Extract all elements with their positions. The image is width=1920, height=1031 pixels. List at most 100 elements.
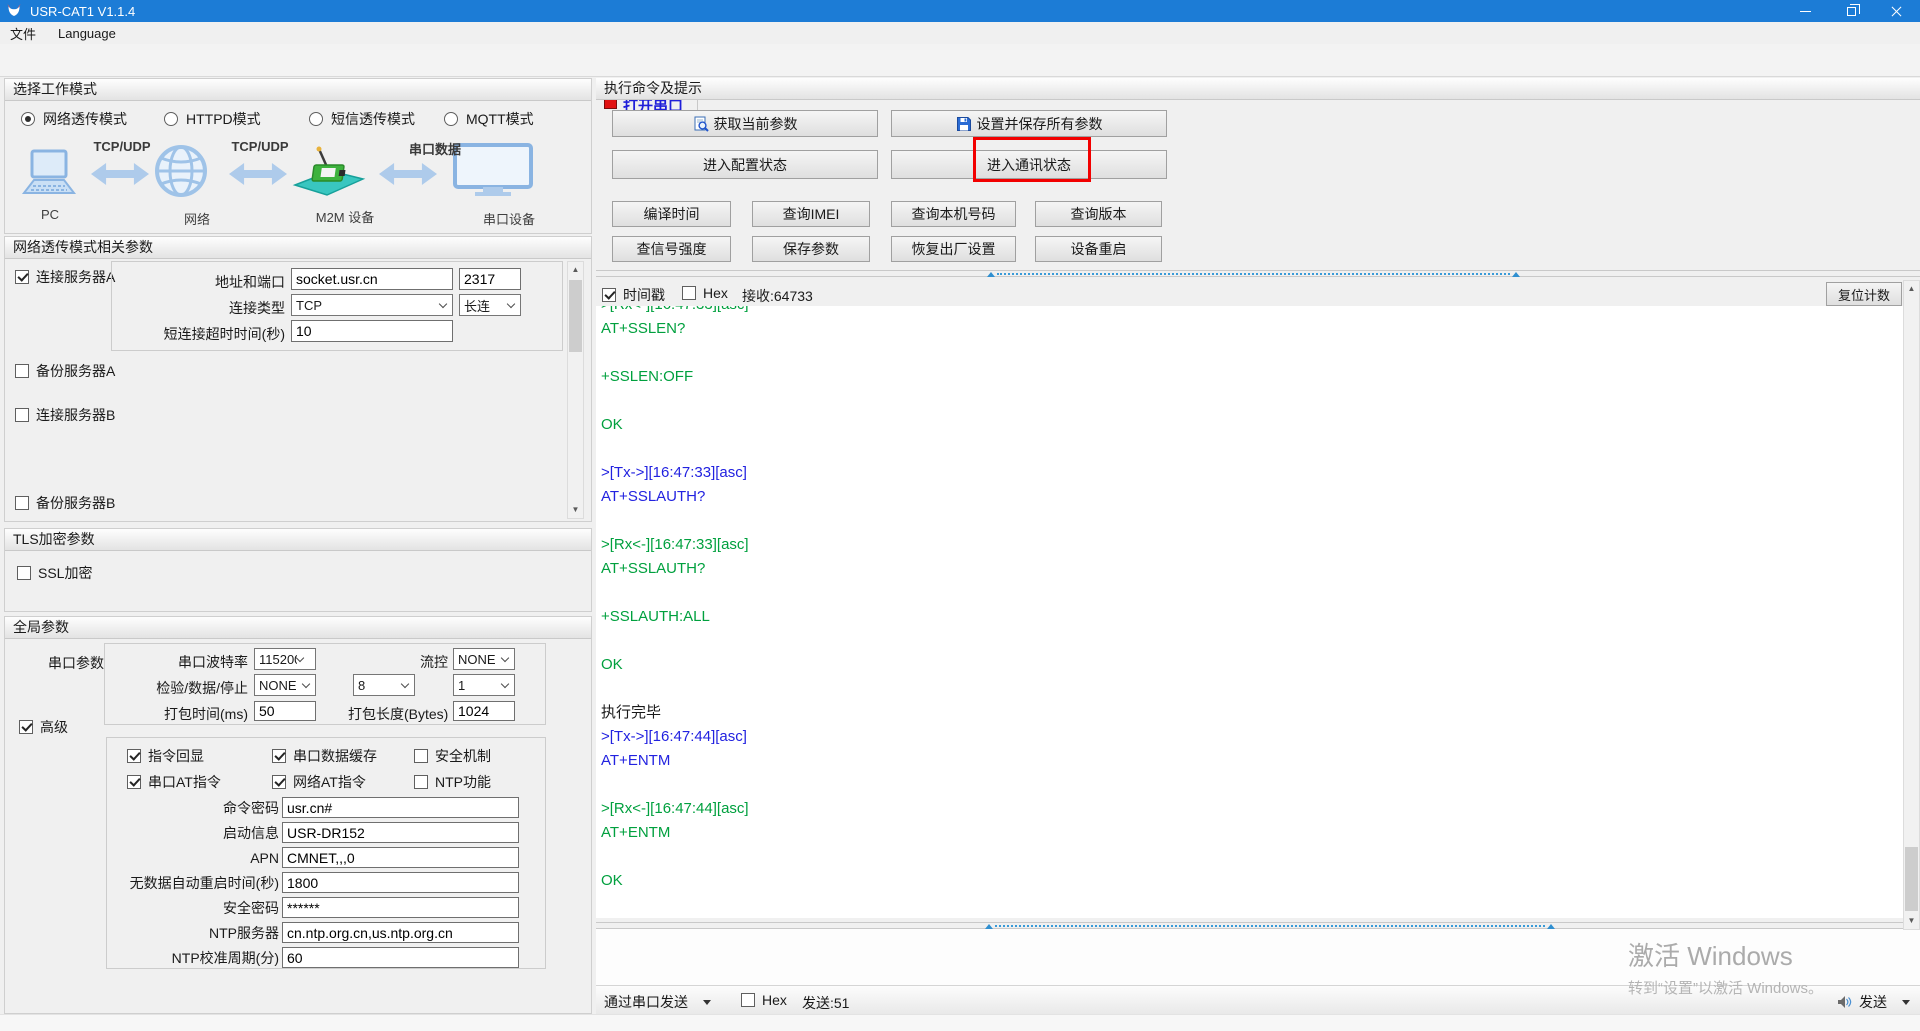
splitter-bottom[interactable]	[596, 922, 1920, 929]
chevron-down-icon	[500, 679, 510, 688]
command-button[interactable]: 编译时间	[612, 201, 731, 227]
option-label: NTP功能	[435, 774, 491, 790]
option-checkbox[interactable]: 网络AT指令	[272, 772, 366, 792]
param-input[interactable]	[282, 922, 519, 943]
menu-item[interactable]: Language	[58, 26, 116, 41]
windows-watermark: 激活 Windows 转到“设置”以激活 Windows。	[1628, 936, 1823, 998]
scroll-down-icon[interactable]: ▼	[568, 502, 583, 518]
get-params-button[interactable]: 获取当前参数	[612, 110, 878, 137]
option-checkbox[interactable]: 指令回显	[127, 746, 204, 766]
param-label: 安全密码	[223, 899, 279, 916]
param-label: NTP校准周期(分)	[171, 949, 279, 966]
scroll-up-icon[interactable]: ▲	[568, 262, 583, 278]
ssl-checkbox[interactable]: SSL加密	[17, 563, 92, 583]
command-button[interactable]: 查信号强度	[612, 236, 731, 262]
minimize-button[interactable]	[1782, 0, 1828, 22]
backup-b-checkbox[interactable]: 备份服务器B	[15, 493, 115, 513]
server-b-checkbox[interactable]: 连接服务器B	[15, 405, 115, 425]
command-button[interactable]: 保存参数	[752, 236, 870, 262]
globe-icon	[153, 143, 209, 204]
option-checkbox[interactable]: 串口数据缓存	[272, 746, 377, 766]
timeout-input[interactable]	[291, 320, 453, 342]
serial-databits-select[interactable]: 8	[353, 674, 415, 696]
server-a-checkbox[interactable]: 连接服务器A	[15, 267, 115, 287]
restore-button[interactable]	[1828, 0, 1874, 22]
serial-baud-select[interactable]: 115200	[254, 648, 316, 670]
link-arrow-icon	[229, 163, 287, 185]
scrollbar-thumb[interactable]	[1905, 847, 1918, 911]
log-hex-checkbox[interactable]: Hex	[682, 285, 728, 301]
command-button[interactable]: 恢复出厂设置	[891, 236, 1016, 262]
speaker-icon	[1838, 996, 1852, 1008]
log-line: +SSLEN:OFF	[601, 368, 694, 385]
conn-type-label: 连接类型	[229, 300, 285, 316]
work-mode-radio[interactable]: 短信透传模式	[309, 109, 415, 129]
send-button[interactable]: 发送	[1836, 992, 1910, 1012]
param-input[interactable]	[282, 822, 519, 843]
flow-select[interactable]: NONE	[453, 648, 515, 670]
splitter-handle[interactable]	[985, 924, 1555, 929]
log-area[interactable]: >[Rx<-][16:47:33][asc] AT+SSLEN? +SSLEN:OF…	[596, 306, 1904, 918]
close-button[interactable]	[1874, 0, 1920, 22]
scrollbar-thumb[interactable]	[569, 280, 582, 352]
net-params-scrollbar[interactable]: ▲ ▼	[567, 261, 584, 519]
option-label: 串口AT指令	[148, 774, 221, 790]
advanced-checkbox[interactable]: 高级	[19, 717, 68, 737]
param-input[interactable]	[282, 947, 519, 968]
menu-bar: 文件 Language	[0, 22, 1920, 44]
splitter-top[interactable]	[596, 270, 1920, 277]
log-line: OK	[601, 656, 623, 673]
param-label: APN	[250, 849, 279, 866]
log-line: 执行完毕	[601, 704, 662, 721]
send-via-button[interactable]: 通过串口发送	[604, 992, 711, 1012]
checkbox-icon	[15, 408, 29, 422]
option-checkbox[interactable]: 串口AT指令	[127, 772, 221, 792]
watermark-line1: 激活 Windows	[1628, 941, 1793, 971]
set-save-button[interactable]: 设置并保存所有参数	[891, 110, 1167, 137]
option-checkbox[interactable]: NTP功能	[414, 772, 491, 792]
serial-stopbits-select[interactable]: 1	[453, 674, 515, 696]
splitter-handle[interactable]	[987, 272, 1520, 277]
conn-type-select[interactable]: TCP	[291, 294, 453, 316]
dropdown-arrow-icon	[1902, 999, 1910, 1005]
command-button[interactable]: 查询本机号码	[891, 201, 1016, 227]
radio-icon	[444, 112, 458, 126]
menu-item[interactable]: 文件	[10, 24, 36, 43]
work-mode-radio[interactable]: 网络透传模式	[21, 109, 127, 129]
server-port-input[interactable]	[459, 268, 521, 290]
packlen-input[interactable]	[453, 701, 515, 721]
reset-count-button[interactable]: 复位计数	[1826, 282, 1902, 306]
param-input[interactable]	[282, 897, 519, 918]
param-input[interactable]	[282, 847, 519, 868]
checkbox-icon	[15, 270, 29, 284]
work-mode-radio[interactable]: HTTPD模式	[164, 109, 261, 129]
option-checkbox[interactable]: 安全机制	[414, 746, 491, 766]
scroll-up-icon[interactable]: ▲	[1904, 281, 1919, 297]
keepalive-select[interactable]: 长连	[459, 294, 521, 316]
checkbox-icon	[15, 364, 29, 378]
log-scrollbar[interactable]: ▲ ▼	[1903, 280, 1920, 930]
command-button[interactable]: 查询IMEI	[752, 201, 870, 227]
option-label: 安全机制	[435, 748, 491, 764]
work-mode-radio[interactable]: MQTT模式	[444, 109, 534, 129]
serial-parity-select[interactable]: NONE	[254, 674, 316, 696]
param-input[interactable]	[282, 872, 519, 893]
backup-a-checkbox[interactable]: 备份服务器A	[15, 361, 115, 381]
toolbar: [PC串口参数]：串口号 COM4 波特率 115200 检验/数据/停止 NO…	[0, 44, 1920, 115]
command-button[interactable]: 查询版本	[1035, 201, 1162, 227]
timestamp-checkbox[interactable]: 时间戳	[602, 285, 665, 305]
option-label: 网络AT指令	[293, 774, 366, 790]
enter-config-button[interactable]: 进入配置状态	[612, 150, 878, 179]
command-button[interactable]: 设备重启	[1035, 236, 1162, 262]
server-addr-input[interactable]	[291, 268, 453, 290]
window-title: USR-CAT1 V1.1.4	[30, 3, 136, 19]
checkbox-icon	[272, 775, 286, 789]
scroll-down-icon[interactable]: ▼	[1904, 913, 1919, 929]
log-line: >[Rx<-][16:47:33][asc]	[601, 536, 749, 553]
packtime-input[interactable]	[254, 701, 316, 721]
param-input[interactable]	[282, 797, 519, 818]
send-hex-checkbox[interactable]: Hex	[741, 992, 787, 1008]
param-label: 无数据自动重启时间(秒)	[129, 874, 279, 891]
